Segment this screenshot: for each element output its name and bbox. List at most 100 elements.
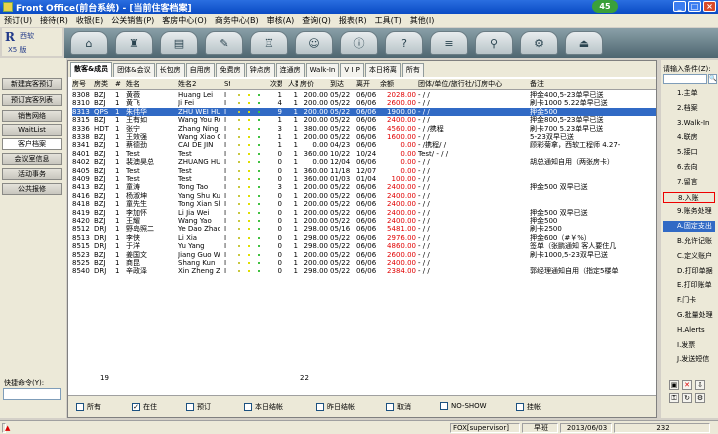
table-row[interactable]: 8405 BZJ 1 Test Test I 0 1 360.00 11/18 12/07 0.00-… <box>72 167 656 175</box>
column-header[interactable]: 到达 <box>330 79 352 90</box>
table-row[interactable]: 8512 DRJ 1 野岛照二 Ye Dao Zhao E I 0 1 298.0005/16 0… <box>72 225 656 233</box>
maximize-button[interactable]: □ <box>688 1 701 12</box>
checkbox-icon[interactable] <box>316 403 324 411</box>
menu-item[interactable]: 商务中心(B) <box>211 15 263 26</box>
toolbar-help-icon[interactable]: ? <box>385 31 423 55</box>
left-nav-button[interactable]: 销售网络 <box>2 110 62 122</box>
condition-input[interactable] <box>663 74 707 84</box>
tab[interactable]: 本日将离 <box>364 63 401 77</box>
right-action-item[interactable]: H.Alerts <box>663 325 715 336</box>
right-action-item[interactable]: D.打印单据 <box>663 266 715 277</box>
toolbar-settings-icon[interactable]: ⚙ <box>520 31 558 55</box>
table-row[interactable]: 8310 BZJ 1 黄飞 Ji Fei I 4 1 200.00 05/22 06/06 2600.… <box>72 99 656 107</box>
table-row[interactable]: 8420 BZJ 1 王耀 Wang Yao I 0 1 200.00 05/22 06/06 240… <box>72 217 656 225</box>
search-icon[interactable]: 🔍 <box>708 74 717 84</box>
menu-item[interactable]: 公关销售(P) <box>107 15 158 26</box>
toolbar-info-icon[interactable]: ⓘ <box>340 31 378 55</box>
menu-item[interactable]: 查询(Q) <box>298 15 335 26</box>
right-action-item[interactable]: 1.主单 <box>663 88 715 99</box>
tab[interactable]: 长包房 <box>155 63 185 77</box>
toolbar-cashier-icon[interactable]: ✎ <box>205 31 243 55</box>
table-row[interactable]: 8409 BZJ 1 Test Test I 0 1 360.00 01/03 01/04 100.0… <box>72 175 656 183</box>
menu-item[interactable]: 审核(A) <box>263 15 299 26</box>
table-row[interactable]: 8416 BZJ 1 杨淑坤 Yang Shu Kun I 0 1 200.0005/22 06/… <box>72 192 656 200</box>
table-row[interactable]: 8401 BZJ 1 Test Test I 0 1 360.00 10/22 10/24 0.00 T… <box>72 150 656 158</box>
table-row[interactable]: 8523 BZJ 1 姜国文 Jiang Guo Wen I 0 1 200.0005/22 06… <box>72 251 656 259</box>
column-header[interactable]: 姓名 <box>126 79 174 90</box>
lock-icon[interactable]: ⚿ <box>669 393 679 403</box>
filter-checkbox[interactable]: 预订 <box>186 402 211 412</box>
toolbar-exit-icon[interactable]: ⏏ <box>565 31 603 55</box>
filter-checkbox[interactable]: 所有 <box>76 402 101 412</box>
right-action-item[interactable]: 5.接口 <box>663 147 715 158</box>
export-icon[interactable]: ⇩ <box>695 380 705 390</box>
toolbar-report-icon[interactable]: ≡ <box>430 31 468 55</box>
table-row[interactable]: 8515 DRJ 1 于洋 Yu Yang I 0 1 298.00 05/22 06/06 4860… <box>72 242 656 250</box>
filter-checkbox[interactable]: 本日结帐 <box>244 402 283 412</box>
table-row[interactable]: 8413 BZJ 1 童涛 Tong Tao I 3 1 200.00 05/22 06/06 240… <box>72 183 656 191</box>
tab[interactable]: 钟点房 <box>245 63 275 77</box>
left-nav-button[interactable]: 预订宾客列表 <box>2 94 62 106</box>
column-header[interactable]: 备注 <box>530 79 660 90</box>
filter-checkbox[interactable]: NO-SHOW <box>440 402 487 410</box>
toolbar-reservation-icon[interactable]: ⌂ <box>70 31 108 55</box>
right-action-item[interactable]: 8.入账 <box>663 191 715 203</box>
checkbox-icon[interactable] <box>386 403 394 411</box>
right-action-item[interactable]: C.定义账户 <box>663 251 715 262</box>
right-action-item[interactable]: B.允许记账 <box>663 236 715 247</box>
column-header[interactable]: 次数 <box>270 79 282 90</box>
right-action-item[interactable]: J.发送短信 <box>663 354 715 365</box>
filter-checkbox[interactable]: 取消 <box>386 402 411 412</box>
filter-checkbox[interactable]: 挂帐 <box>516 402 541 412</box>
toolbar-room-icon[interactable]: ♖ <box>250 31 288 55</box>
column-header[interactable]: 姓名2 <box>178 79 220 90</box>
table-row[interactable]: 8313 QPS 1 朱伟华 ZHU WEI HUA I 9 1 200.0005/22 06/0… <box>72 107 656 117</box>
tab[interactable]: V I P <box>340 63 364 77</box>
checkbox-icon[interactable] <box>244 403 252 411</box>
notification-badge[interactable]: 45 <box>592 0 618 13</box>
filter-checkbox[interactable]: 昨日结帐 <box>316 402 355 412</box>
tab[interactable]: 团体&会议 <box>113 63 155 77</box>
left-nav-button[interactable]: 公共报修 <box>2 183 62 195</box>
tab[interactable]: 散客&成员 <box>70 62 113 77</box>
left-nav-button[interactable]: 客户档案 <box>2 138 62 150</box>
table-row[interactable]: 8418 BZJ 1 童先生 Tong Xian Sh I 0 1 200.00 05/22 06/… <box>72 200 656 208</box>
table-row[interactable]: 8338 BZJ 1 王效强 Wang Xiao Q I 1 1 200.00 05/22 06/0… <box>72 133 656 141</box>
column-header[interactable]: 离开 <box>356 79 378 90</box>
shortcut-command-input[interactable] <box>3 388 61 400</box>
left-nav-button[interactable]: 新建宾客预订 <box>2 78 62 90</box>
right-action-item[interactable]: F.门卡 <box>663 295 715 306</box>
tab[interactable]: 自用房 <box>185 63 215 77</box>
print-icon[interactable]: ▣ <box>669 380 679 390</box>
right-action-item[interactable]: G.批量处理 <box>663 310 715 321</box>
right-action-item[interactable]: I.发票 <box>663 340 715 351</box>
menu-item[interactable]: 其他(I) <box>406 15 439 26</box>
toolbar-query-icon[interactable]: ⚲ <box>475 31 513 55</box>
right-action-item[interactable]: 3.Walk-In <box>663 118 715 129</box>
filter-checkbox[interactable]: ✓ 在住 <box>132 402 157 412</box>
menu-item[interactable]: 接待(R) <box>36 15 72 26</box>
menu-item[interactable]: 收银(E) <box>72 15 107 26</box>
right-action-item[interactable]: A.固定支出 <box>663 221 715 233</box>
checkbox-icon[interactable] <box>76 403 84 411</box>
tab[interactable]: 免费房 <box>215 63 245 77</box>
column-header[interactable]: 房类 <box>94 79 114 90</box>
right-action-item[interactable]: 2.档案 <box>663 103 715 114</box>
column-header[interactable]: 人数 <box>288 79 298 90</box>
menu-item[interactable]: 工具(T) <box>371 15 406 26</box>
table-row[interactable]: 8336 HDT 1 张宁 Zhang Ning I 3 1 380.00 05/22 06/06 4… <box>72 125 656 133</box>
column-header[interactable]: Sta <box>224 79 230 90</box>
config-icon[interactable]: ⚙ <box>695 393 705 403</box>
checkbox-icon[interactable]: ✓ <box>132 403 140 411</box>
table-row[interactable]: 8419 BZJ 1 李加怀 Li Jia Wei I 0 1 200.00 05/22 06/06… <box>72 209 656 217</box>
tab[interactable]: 所有 <box>401 63 424 77</box>
column-header[interactable]: 房号 <box>72 79 94 90</box>
column-header[interactable]: 团体/单位/旅行社/订房中心 <box>418 79 518 90</box>
left-nav-button[interactable]: 活动事务 <box>2 168 62 180</box>
right-action-item[interactable]: 7.留言 <box>663 177 715 188</box>
table-row[interactable]: 8315 BZJ 1 王有如 Wang You Ru I 1 1 200.00 05/22 06/0… <box>72 116 656 124</box>
checkbox-icon[interactable] <box>516 403 524 411</box>
right-action-item[interactable]: E.打印账单 <box>663 280 715 291</box>
tab[interactable]: Walk-In <box>305 63 340 77</box>
checkbox-icon[interactable] <box>440 402 448 410</box>
